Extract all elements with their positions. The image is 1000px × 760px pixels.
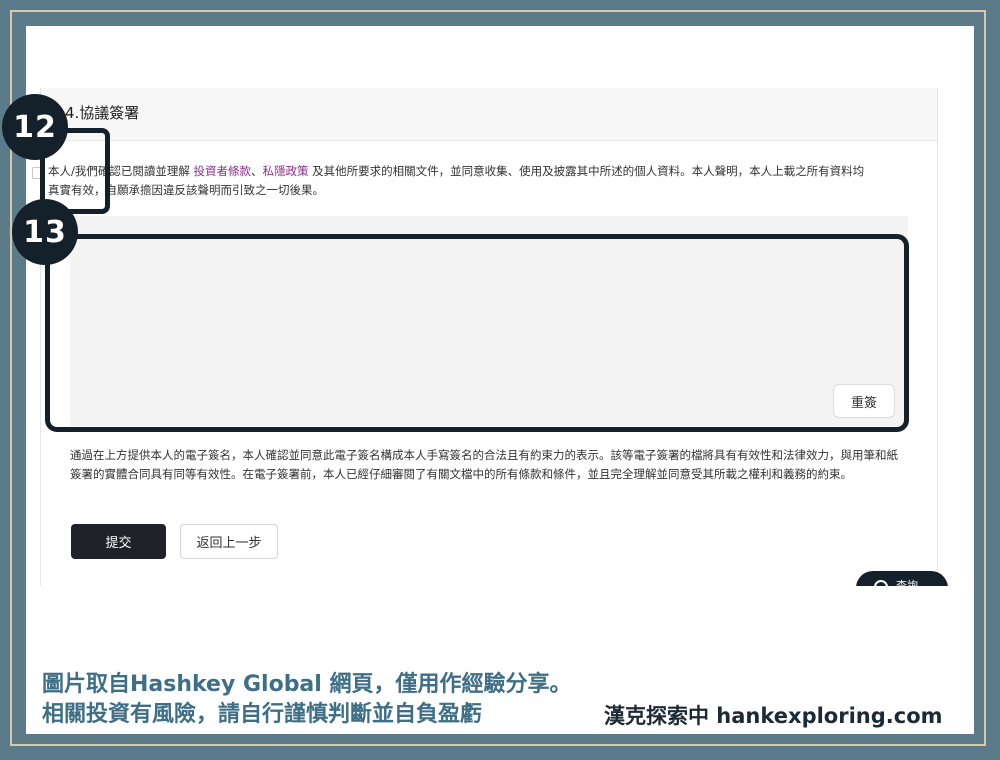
agreement-separator: 、 [251, 164, 263, 178]
privacy-policy-link[interactable]: 私隱政策 [263, 164, 309, 178]
chat-label: 查詢 [896, 579, 918, 586]
caption-line-1: 圖片取自Hashkey Global 網頁，僅用作經驗分享。 [42, 672, 572, 697]
annotation-badge-13: 13 [12, 199, 78, 265]
section-title: 4.協議簽署 [65, 104, 140, 122]
brand-watermark: 漢克探索中 hankexploring.com [604, 704, 943, 728]
esignature-consent-text: 通過在上方提供本人的電子簽名，本人確認並同意此電子簽名構成本人手寫簽名的合法且有… [70, 448, 898, 481]
submit-button[interactable]: 提交 [71, 524, 166, 559]
chat-button[interactable]: 查詢 [856, 571, 948, 586]
annotation-box-13 [45, 234, 909, 432]
annotation-badge-12: 12 [2, 94, 68, 160]
investor-terms-link[interactable]: 投資者條款 [194, 164, 252, 178]
back-button[interactable]: 返回上一步 [180, 524, 278, 559]
agreement-text: 本人/我們確認已閱讀並理解 投資者條款、私隱政策 及其他所要求的相關文件，並同意… [48, 162, 874, 200]
chat-pill: 查詢 [856, 571, 948, 586]
chat-bubble-icon [874, 580, 888, 586]
card-header: 4.協議簽署 [41, 88, 937, 141]
